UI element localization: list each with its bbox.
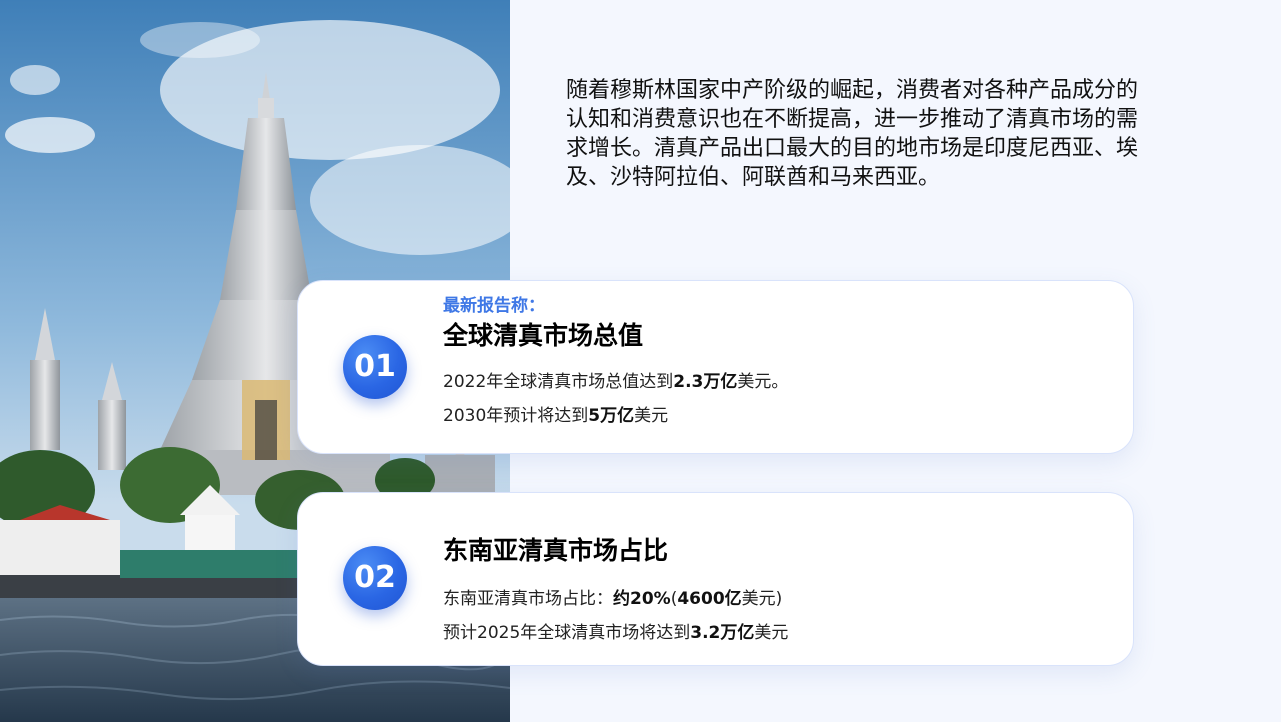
slide: 随着穆斯林国家中产阶级的崛起，消费者对各种产品成分的认知和消费意识也在不断提高，… [0, 0, 1281, 722]
card-title: 全球清真市场总值 [443, 321, 644, 350]
stat-card-global: 01 最新报告称： 全球清真市场总值 2022年全球清真市场总值达到2.3万亿美… [297, 280, 1134, 454]
intro-paragraph: 随着穆斯林国家中产阶级的崛起，消费者对各种产品成分的认知和消费意识也在不断提高，… [566, 78, 1139, 190]
card-line-2030: 2030年预计将达到5万亿美元 [443, 406, 669, 426]
number-badge: 01 [343, 335, 407, 399]
card-line-share: 东南亚清真市场占比：约20%(4600亿美元) [443, 589, 783, 609]
number-badge: 02 [343, 546, 407, 610]
stat-card-southeast-asia: 02 东南亚清真市场占比 东南亚清真市场占比：约20%(4600亿美元) 预计2… [297, 492, 1134, 666]
card-title: 东南亚清真市场占比 [443, 536, 669, 565]
card-kicker: 最新报告称： [443, 296, 545, 316]
card-line-2022: 2022年全球清真市场总值达到2.3万亿美元。 [443, 372, 789, 392]
card-line-2025: 预计2025年全球清真市场将达到3.2万亿美元 [443, 623, 789, 643]
